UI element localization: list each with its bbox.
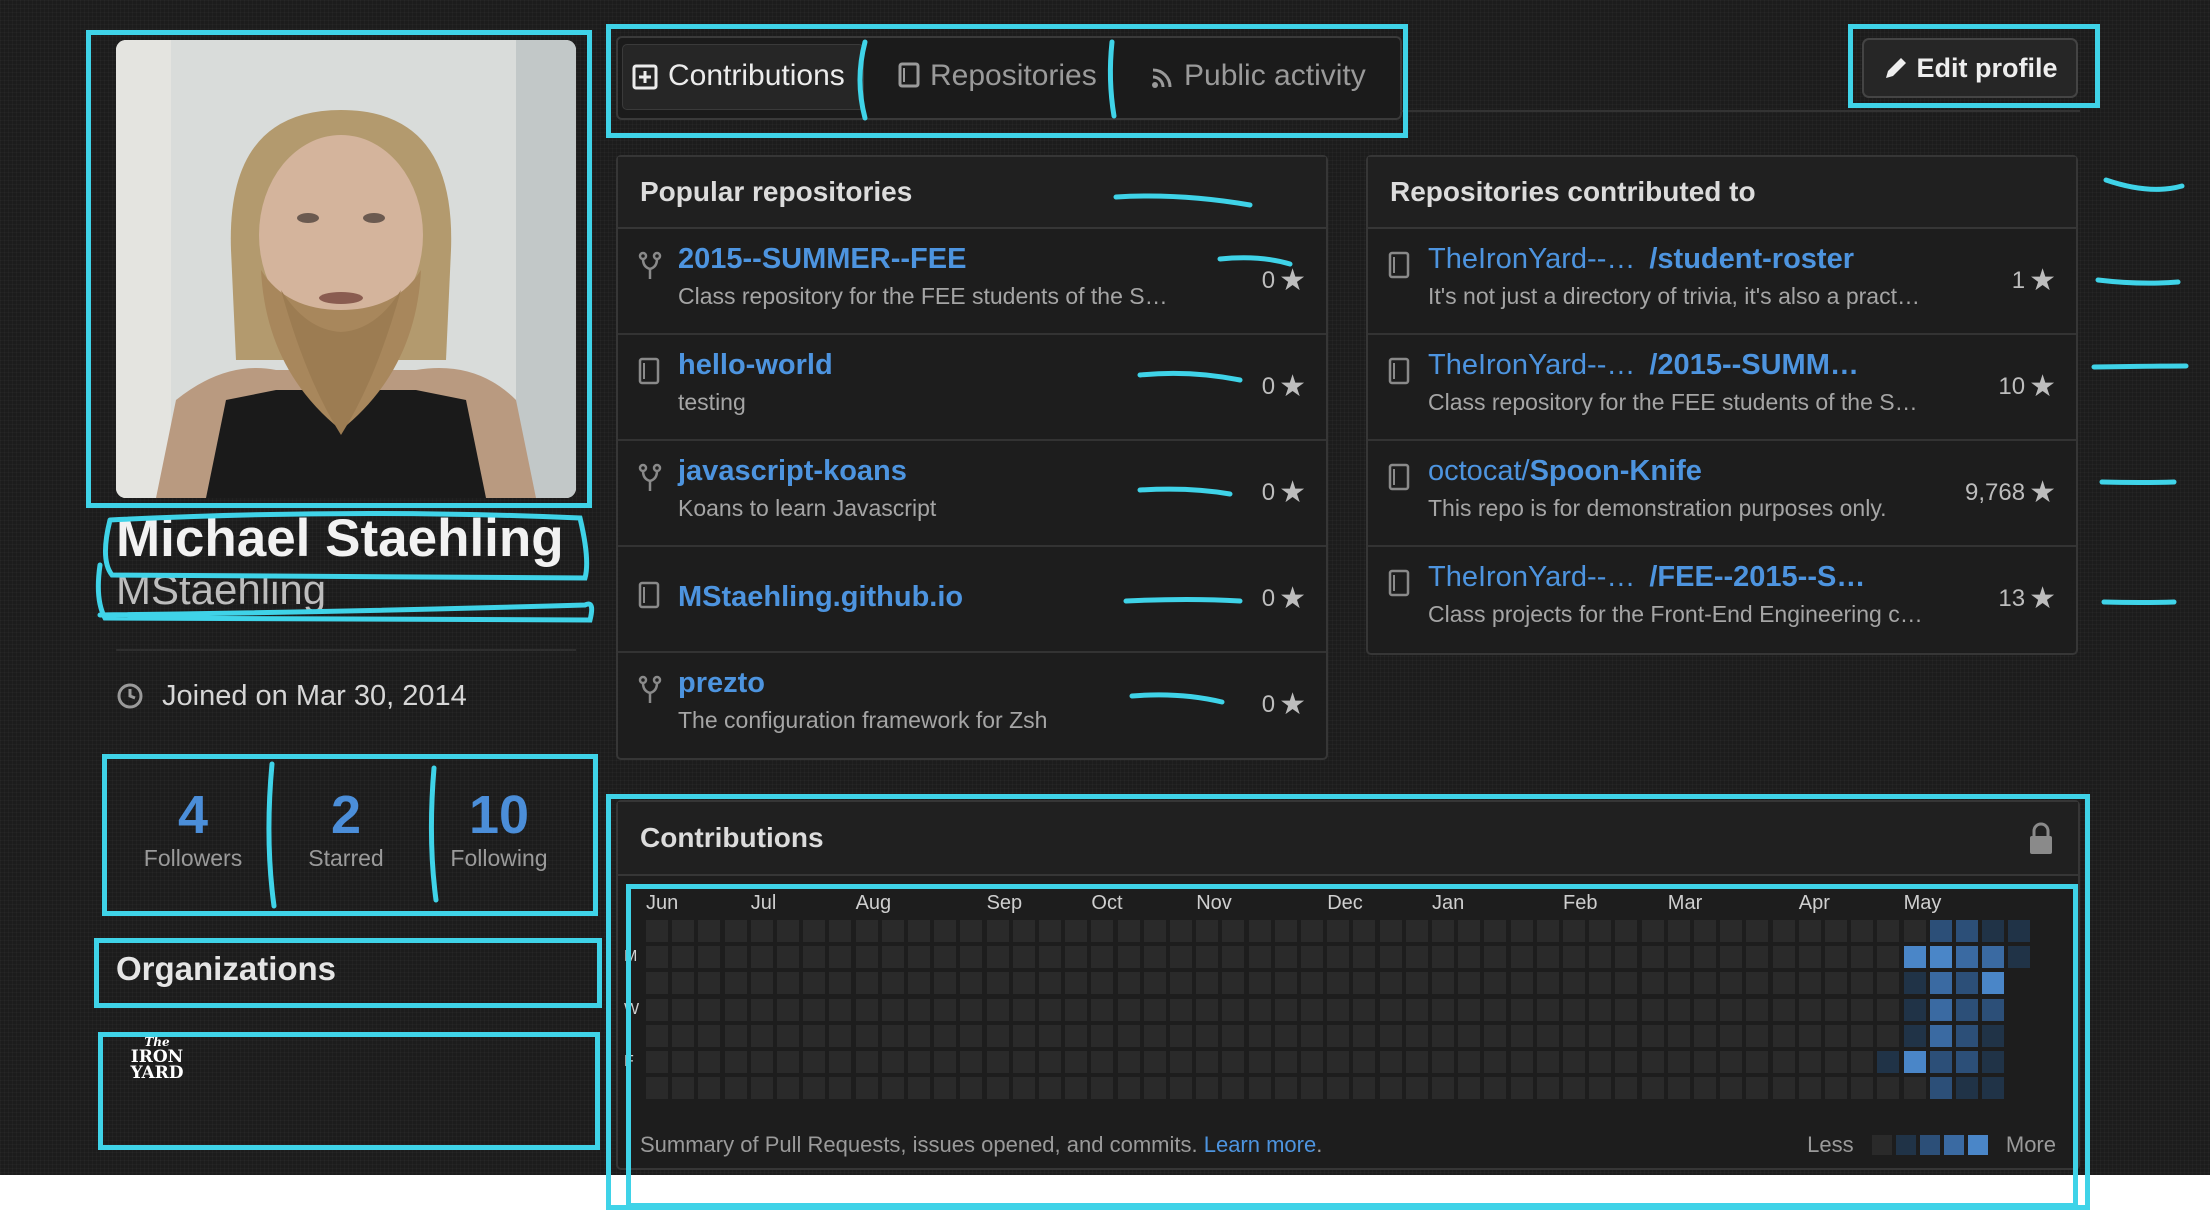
- annotation-scribbles: [95, 39, 2189, 909]
